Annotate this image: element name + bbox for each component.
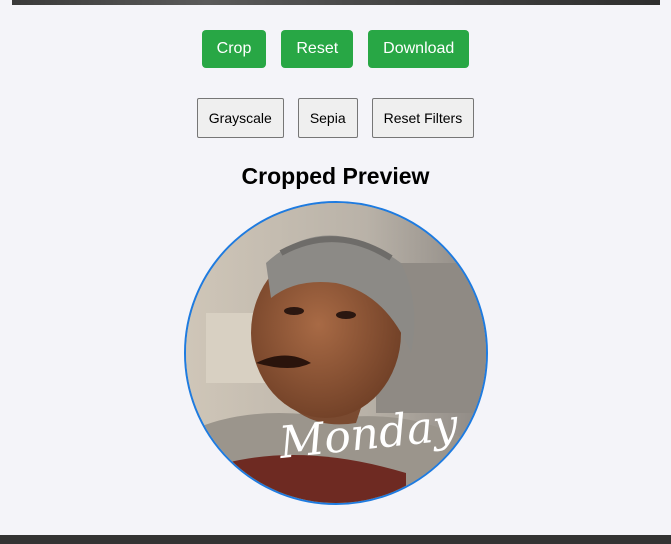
bottom-bar: [0, 535, 671, 544]
crop-button[interactable]: Crop: [201, 30, 267, 68]
grayscale-button[interactable]: Grayscale: [196, 98, 284, 138]
preview-photo: Monday: [186, 203, 486, 503]
reset-filters-button[interactable]: Reset Filters: [371, 98, 475, 138]
reset-button[interactable]: Reset: [281, 30, 354, 68]
filter-actions: Grayscale Sepia Reset Filters: [0, 98, 671, 138]
image-top-edge: [12, 0, 660, 5]
preview-title: Cropped Preview: [241, 163, 430, 189]
sepia-button[interactable]: Sepia: [297, 98, 358, 138]
download-button[interactable]: Download: [368, 30, 470, 68]
primary-actions: Crop Reset Download: [0, 30, 671, 68]
cropped-preview-image: Monday: [184, 201, 488, 505]
